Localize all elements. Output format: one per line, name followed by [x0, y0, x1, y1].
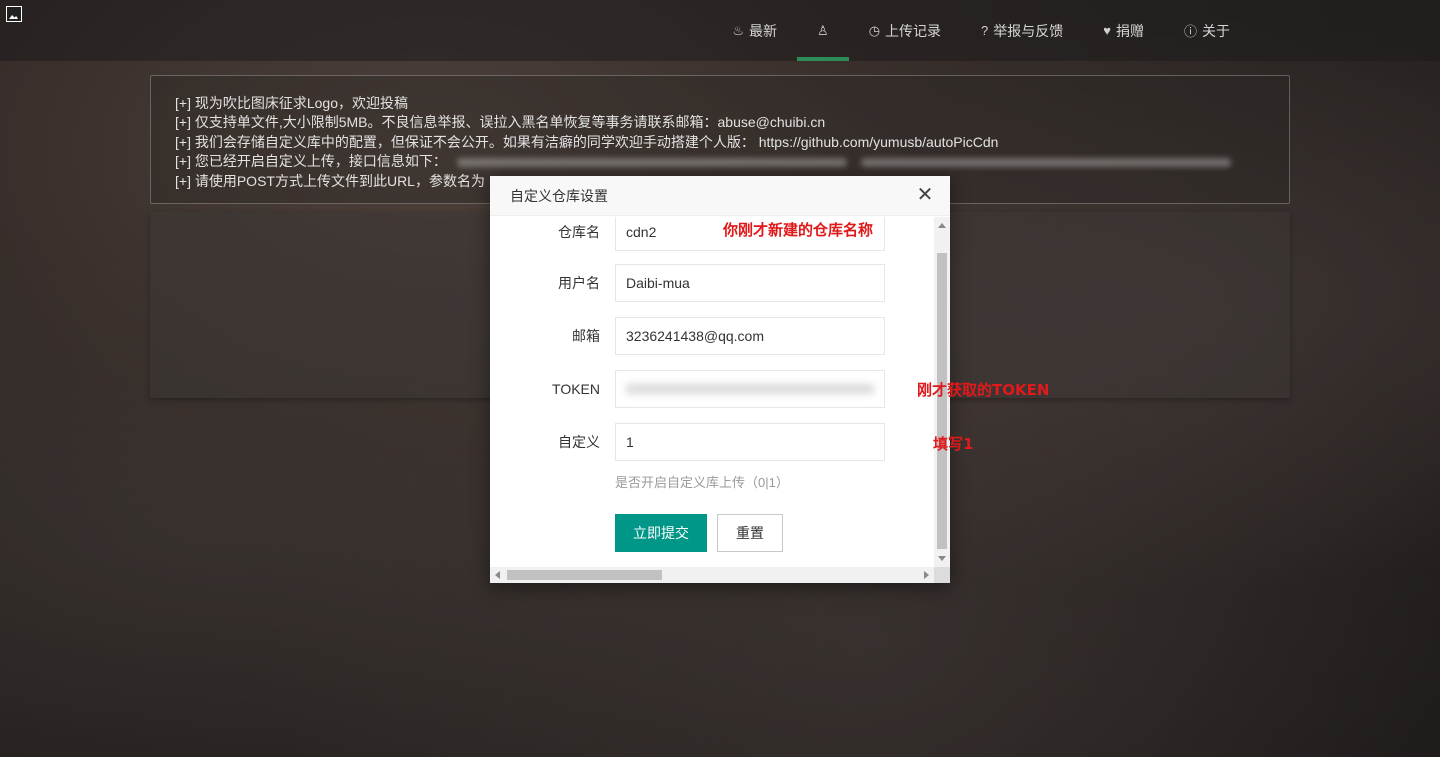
custom-input[interactable] [615, 423, 885, 461]
nav-item-label: 上传记录 [885, 22, 942, 39]
nav-item-latest[interactable]: ♨ 最新 [712, 0, 797, 61]
submit-button[interactable]: 立即提交 [615, 514, 707, 552]
annotation-custom-note: 填写1 [933, 435, 974, 453]
notice-line: [+] 我们会存储自定义库中的配置，但保证不会公开。如果有洁癖的同学欢迎手动搭建… [175, 133, 999, 150]
scroll-right-icon[interactable] [924, 571, 929, 579]
redacted-api-key [860, 158, 1231, 168]
notice-line-text: [+] 您已经开启自定义上传，接口信息如下： [175, 153, 447, 170]
modal-title: 自定义仓库设置 [510, 187, 608, 204]
custom-label: 自定义 [558, 434, 600, 450]
custom-hint: 是否开启自定义库上传（0|1） [615, 475, 789, 490]
modal-header: 自定义仓库设置 ✕ [490, 176, 950, 216]
notice-line: [+] 您已经开启自定义上传，接口信息如下： [175, 152, 1289, 171]
redacted-token [625, 384, 875, 394]
scroll-left-icon[interactable] [495, 571, 500, 579]
horizontal-scrollbar[interactable] [490, 567, 934, 583]
notice-line: [+] 仅支持单文件,大小限制5MB。不良信息举报、误拉入黑名单恢复等事务请联系… [175, 114, 826, 131]
nav-item-donate[interactable]: ♥ 捐赠 [1083, 0, 1164, 61]
main-nav: ♨ 最新 ♙ ◷ 上传记录 ? 举报与反馈 ♥ 捐赠 ⓘ 关于 [712, 0, 1250, 61]
user-icon: ♙ [817, 22, 829, 38]
fire-icon: ♨ [732, 22, 745, 38]
form-row-username: 用户名 [490, 264, 934, 302]
scrollbar-corner [934, 567, 950, 583]
username-input[interactable] [615, 264, 885, 302]
modal-body: 仓库名 用户名 邮箱 TOKEN 自定义 是否开启自定义库上传（0|1） 立即提… [490, 217, 934, 567]
close-icon[interactable]: ✕ [916, 185, 934, 205]
nav-item-user[interactable]: ♙ [797, 0, 849, 61]
form-row-email: 邮箱 [490, 317, 934, 355]
nav-item-upload-history[interactable]: ◷ 上传记录 [849, 0, 961, 61]
image-logo-icon[interactable] [6, 6, 22, 22]
nav-item-about[interactable]: ⓘ 关于 [1164, 0, 1250, 61]
question-icon: ? [981, 23, 989, 38]
form-row-token: TOKEN [490, 370, 934, 408]
repo-settings-modal: 自定义仓库设置 ✕ 仓库名 用户名 邮箱 TOKEN 自定义 是否开启自定义库上… [490, 176, 950, 583]
email-label: 邮箱 [572, 328, 600, 344]
notice-line: [+] 现为吹比图床征求Logo，欢迎投稿 [175, 95, 408, 111]
annotation-repo-note: 你刚才新建的仓库名称 [723, 221, 874, 239]
horizontal-scroll-thumb[interactable] [507, 570, 662, 580]
token-label: TOKEN [552, 381, 600, 397]
clock-icon: ◷ [868, 22, 881, 38]
form-row-custom: 自定义 [490, 423, 934, 461]
nav-item-label: 关于 [1202, 22, 1230, 39]
scroll-up-icon[interactable] [938, 223, 946, 228]
heart-icon: ♥ [1103, 23, 1111, 38]
nav-item-label: 举报与反馈 [993, 22, 1064, 39]
annotation-token-note: 刚才获取的TOKEN [917, 381, 1050, 399]
scroll-down-icon[interactable] [938, 556, 946, 561]
username-label: 用户名 [558, 275, 600, 291]
info-icon: ⓘ [1183, 24, 1197, 39]
nav-item-label: 捐赠 [1115, 22, 1144, 39]
vertical-scroll-thumb[interactable] [937, 253, 947, 549]
email-input[interactable] [615, 317, 885, 355]
redacted-api-url [456, 158, 847, 168]
repo-label: 仓库名 [558, 224, 600, 240]
top-navbar: ♨ 最新 ♙ ◷ 上传记录 ? 举报与反馈 ♥ 捐赠 ⓘ 关于 [0, 0, 1440, 61]
nav-item-label: 最新 [749, 22, 778, 39]
reset-button[interactable]: 重置 [717, 514, 783, 552]
nav-item-report-feedback[interactable]: ? 举报与反馈 [961, 0, 1083, 61]
